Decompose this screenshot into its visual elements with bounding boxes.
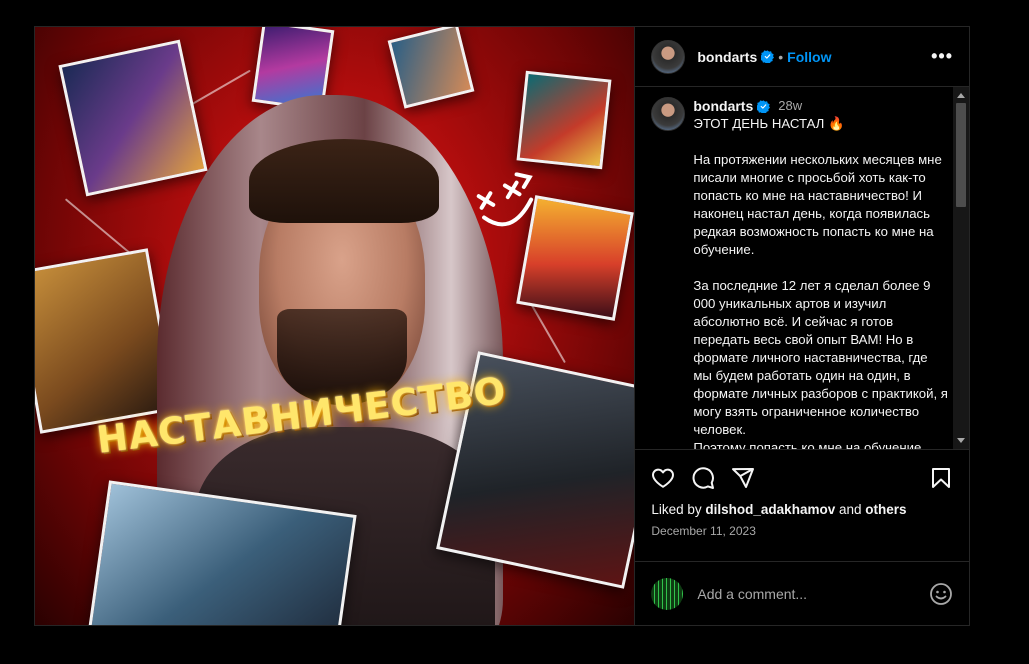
caption-header: bondarts 28w — [693, 97, 949, 115]
post-time[interactable]: 28w — [778, 97, 802, 115]
post-header: bondarts • Follow ••• — [635, 27, 969, 87]
likes-summary: Liked by dilshod_adakhamov and others — [651, 502, 953, 517]
action-icons — [651, 462, 953, 494]
art-tile — [516, 70, 612, 170]
caption-scrollbar[interactable] — [953, 87, 969, 449]
emoji-icon[interactable] — [929, 582, 953, 606]
scratch-mark — [189, 69, 251, 107]
bookmark-icon[interactable] — [929, 466, 953, 490]
comment-section — [635, 561, 969, 625]
like-icon[interactable] — [651, 466, 675, 490]
caption-username-link[interactable]: bondarts — [693, 97, 753, 115]
scratch-mark — [64, 198, 136, 258]
avatar[interactable] — [651, 39, 686, 74]
caption-area[interactable]: bondarts 28w ЭТОТ ДЕНЬ НАСТАЛ 🔥 На протя… — [635, 87, 969, 449]
actions-section: Liked by dilshod_adakhamov and others De… — [635, 449, 969, 561]
verified-icon — [761, 50, 775, 63]
art-tile — [58, 39, 208, 197]
others-link[interactable]: others — [865, 502, 906, 517]
side-panel: bondarts • Follow ••• bondarts 28w ЭТОТ … — [634, 27, 969, 625]
caption-paragraph: Поэтому попасть ко мне на обучение — [693, 440, 922, 449]
liked-by-user-link[interactable]: dilshod_adakhamov — [705, 502, 835, 517]
caption-paragraph: За последние 12 лет я сделал более 9 000… — [693, 278, 948, 437]
and-label: and — [838, 502, 862, 517]
art-tile — [35, 248, 177, 434]
avatar — [651, 577, 684, 610]
caption-title: ЭТОТ ДЕНЬ НАСТАЛ 🔥 — [693, 116, 845, 131]
hair — [249, 139, 439, 223]
avatar[interactable] — [651, 97, 686, 131]
caption-paragraph: На протяжении нескольких месяцев мне пис… — [693, 152, 942, 257]
comment-icon[interactable] — [691, 466, 715, 490]
art-tile — [387, 27, 475, 109]
scroll-up-arrow-icon[interactable] — [957, 93, 965, 98]
share-icon[interactable] — [731, 466, 755, 490]
caption: bondarts 28w ЭТОТ ДЕНЬ НАСТАЛ 🔥 На протя… — [651, 97, 949, 449]
username-link[interactable]: bondarts — [697, 49, 757, 65]
comment-input[interactable] — [695, 584, 929, 603]
caption-text: bondarts 28w ЭТОТ ДЕНЬ НАСТАЛ 🔥 На протя… — [693, 97, 949, 449]
more-options-button[interactable]: ••• — [931, 46, 953, 67]
liked-by-prefix: Liked by — [651, 502, 702, 517]
follow-button[interactable]: Follow — [787, 49, 831, 65]
verified-icon — [757, 99, 771, 113]
scrollbar-thumb[interactable] — [956, 103, 966, 207]
post-image[interactable]: НАСТАВНИЧЕСТВО — [35, 27, 635, 625]
separator-dot: • — [778, 48, 784, 65]
post-dialog: НАСТАВНИЧЕСТВО bondarts • Follow ••• bon… — [34, 26, 970, 626]
post-date[interactable]: December 11, 2023 — [651, 524, 953, 538]
scroll-down-arrow-icon[interactable] — [957, 438, 965, 443]
